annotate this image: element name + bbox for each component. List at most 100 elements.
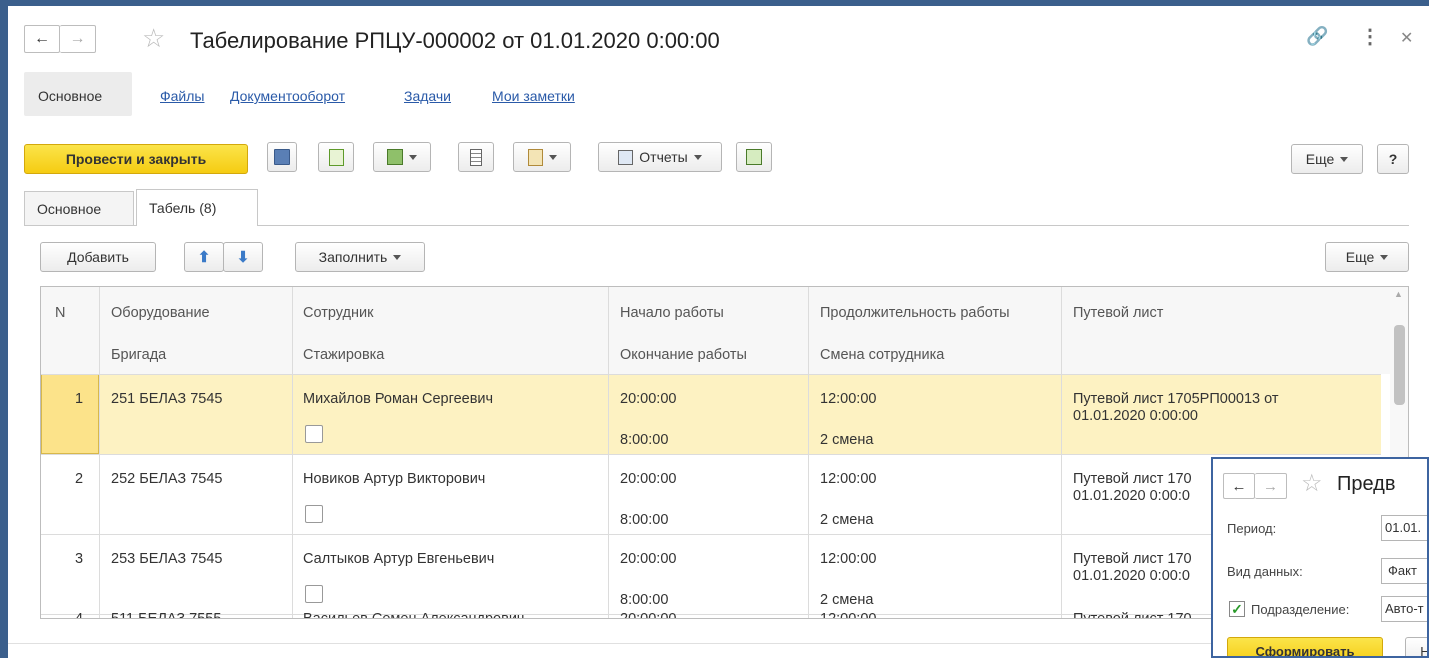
col-header-shift[interactable]: Смена сотрудника: [820, 347, 944, 363]
row-number: 2: [75, 471, 84, 487]
tab-timesheet[interactable]: Табель (8): [136, 189, 258, 226]
period-label: Период:: [1227, 521, 1277, 536]
list-document-icon: [470, 148, 482, 166]
arrow-down-icon: ⬇: [236, 249, 250, 266]
save-button[interactable]: [267, 142, 297, 172]
post-and-close-button[interactable]: Провести и закрыть: [24, 144, 248, 174]
structure-button[interactable]: [458, 142, 494, 172]
cell-waybill[interactable]: Путевой лист 1705РП00013 от: [1073, 391, 1279, 407]
add-report-button[interactable]: [736, 142, 772, 172]
division-checkbox[interactable]: ✓: [1229, 601, 1245, 617]
popup-back-button[interactable]: ←: [1223, 473, 1255, 499]
column-divider: [1061, 287, 1062, 618]
cell-employee[interactable]: Васильев Семен Александрович: [303, 611, 524, 618]
popup-favorite-star-icon[interactable]: ☆: [1301, 469, 1323, 498]
nav-tab-notes[interactable]: Мои заметки: [492, 88, 575, 104]
cell-start[interactable]: 20:00:00: [620, 471, 676, 487]
cell-duration[interactable]: 12:00:00: [820, 551, 876, 567]
division-input[interactable]: Авто-т: [1381, 596, 1427, 622]
nav-tab-main[interactable]: Основное: [38, 88, 102, 104]
report-popup-window: ← → ☆ Предв Период: 01.01. Вид данных: Ф…: [1211, 457, 1429, 658]
timesheet-table: N Оборудование Сотрудник Начало работы П…: [40, 286, 1409, 619]
column-divider: [608, 287, 609, 618]
cell-duration[interactable]: 12:00:00: [820, 471, 876, 487]
back-button[interactable]: ←: [24, 25, 60, 53]
cell-start[interactable]: 20:00:00: [620, 391, 676, 407]
cell-waybill[interactable]: Путевой лист 170: [1073, 551, 1192, 567]
col-header-start[interactable]: Начало работы: [620, 305, 724, 321]
fill-button[interactable]: Заполнить: [295, 242, 425, 272]
post-document-icon: [328, 148, 344, 166]
col-header-brigade[interactable]: Бригада: [111, 347, 166, 363]
popup-forward-button[interactable]: →: [1255, 473, 1287, 499]
cell-end[interactable]: 8:00:00: [620, 592, 668, 608]
forward-button[interactable]: →: [60, 25, 96, 53]
arrow-right-icon: →: [1263, 477, 1278, 495]
col-header-employee[interactable]: Сотрудник: [303, 305, 373, 321]
print-button[interactable]: [513, 142, 571, 172]
move-up-button[interactable]: ⬆: [184, 242, 224, 272]
cell-equipment[interactable]: 251 БЕЛАЗ 7545: [111, 391, 222, 407]
col-header-equipment[interactable]: Оборудование: [111, 305, 210, 321]
tab-main[interactable]: Основное: [24, 191, 134, 225]
division-label: Подразделение:: [1251, 602, 1350, 617]
cell-start[interactable]: 20:00:00: [620, 611, 676, 618]
cell-shift[interactable]: 2 смена: [820, 592, 873, 608]
cell-employee[interactable]: Михайлов Роман Сергеевич: [303, 391, 493, 407]
cell-end[interactable]: 8:00:00: [620, 512, 668, 528]
table-more-button[interactable]: Еще: [1325, 242, 1409, 272]
create-based-on-button[interactable]: [373, 142, 431, 172]
arrow-left-icon: ←: [34, 30, 50, 47]
nav-tab-files[interactable]: Файлы: [160, 88, 204, 104]
cell-duration[interactable]: 12:00:00: [820, 611, 876, 618]
internship-checkbox[interactable]: [305, 425, 323, 443]
scroll-up-icon[interactable]: ▲: [1394, 289, 1403, 299]
nav-tab-tasks[interactable]: Задачи: [404, 88, 451, 104]
cell-waybill-line2: 01.01.2020 0:00:00: [1073, 408, 1198, 424]
cell-equipment[interactable]: 253 БЕЛАЗ 7545: [111, 551, 222, 567]
cell-shift[interactable]: 2 смена: [820, 512, 873, 528]
cell-equipment[interactable]: 511 БЕЛАЗ 7555: [111, 611, 221, 618]
report-icon: [618, 149, 634, 165]
row-divider: [41, 534, 1381, 535]
link-icon[interactable]: 🔗: [1306, 26, 1328, 47]
add-row-button[interactable]: Добавить: [40, 242, 156, 272]
internship-checkbox[interactable]: [305, 585, 323, 603]
help-button[interactable]: ?: [1377, 144, 1409, 174]
move-down-button[interactable]: ⬇: [223, 242, 263, 272]
reports-label: Отчеты: [639, 149, 688, 165]
cell-duration[interactable]: 12:00:00: [820, 391, 876, 407]
chevron-down-icon: [409, 154, 417, 160]
cell-employee[interactable]: Новиков Артур Викторович: [303, 471, 485, 487]
reports-button[interactable]: Отчеты: [598, 142, 722, 172]
cell-waybill[interactable]: Путевой лист 170: [1073, 611, 1192, 618]
history-nav: ← →: [24, 25, 96, 53]
cell-shift[interactable]: 2 смена: [820, 432, 873, 448]
post-button[interactable]: [318, 142, 354, 172]
favorite-star-icon[interactable]: ☆: [142, 23, 165, 54]
col-header-waybill[interactable]: Путевой лист: [1073, 305, 1163, 321]
arrow-up-icon: ⬆: [197, 249, 211, 266]
col-header-internship[interactable]: Стажировка: [303, 347, 384, 363]
col-header-end[interactable]: Окончание работы: [620, 347, 747, 363]
chevron-down-icon: [393, 254, 402, 260]
more-button[interactable]: Еще: [1291, 144, 1363, 174]
period-input[interactable]: 01.01.: [1381, 515, 1427, 541]
cell-employee[interactable]: Салтыков Артур Евгеньевич: [303, 551, 494, 567]
cell-end[interactable]: 8:00:00: [620, 432, 668, 448]
scrollbar-thumb[interactable]: [1394, 325, 1405, 405]
generate-button[interactable]: Сформировать: [1227, 637, 1383, 656]
col-header-duration[interactable]: Продолжительность работы: [820, 305, 1010, 321]
data-type-input[interactable]: Факт: [1381, 558, 1427, 584]
cell-start[interactable]: 20:00:00: [620, 551, 676, 567]
cell-equipment[interactable]: 252 БЕЛАЗ 7545: [111, 471, 222, 487]
col-header-n: N: [55, 305, 66, 321]
row-number: 3: [75, 551, 84, 567]
close-icon[interactable]: ✕: [1400, 28, 1413, 48]
popup-secondary-button[interactable]: Н: [1405, 637, 1427, 656]
nav-tab-docflow[interactable]: Документооборот: [230, 88, 345, 104]
internship-checkbox[interactable]: [305, 505, 323, 523]
more-vertical-icon[interactable]: ⋮: [1360, 24, 1380, 49]
cell-waybill[interactable]: Путевой лист 170: [1073, 471, 1192, 487]
row-number: 1: [75, 391, 84, 407]
